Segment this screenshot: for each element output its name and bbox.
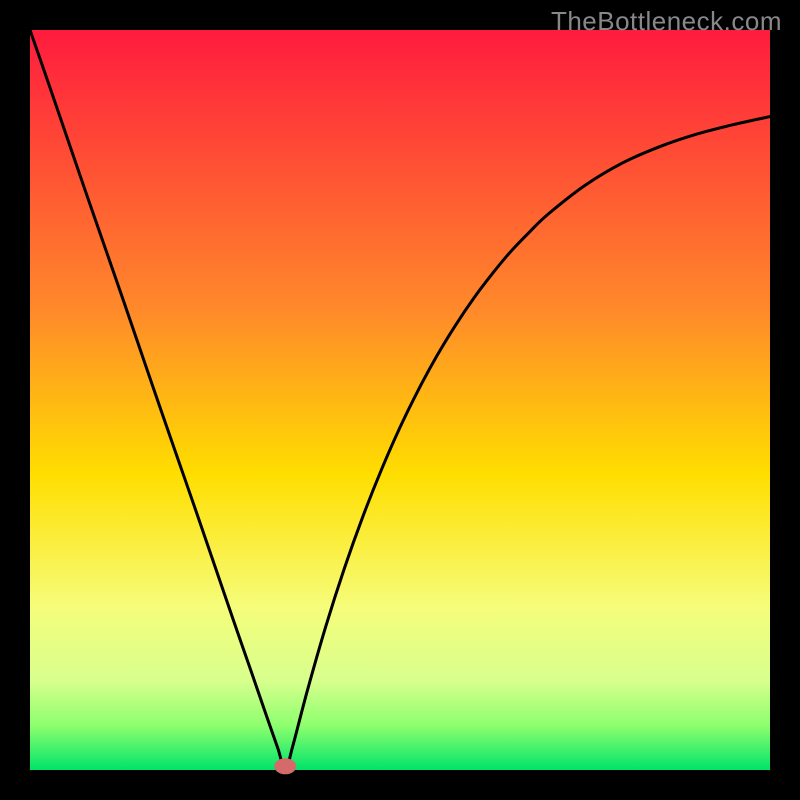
bottleneck-chart [0, 0, 800, 800]
chart-frame: TheBottleneck.com [0, 0, 800, 800]
plot-background [30, 30, 770, 770]
optimum-marker [274, 758, 296, 774]
watermark-label: TheBottleneck.com [551, 6, 782, 37]
